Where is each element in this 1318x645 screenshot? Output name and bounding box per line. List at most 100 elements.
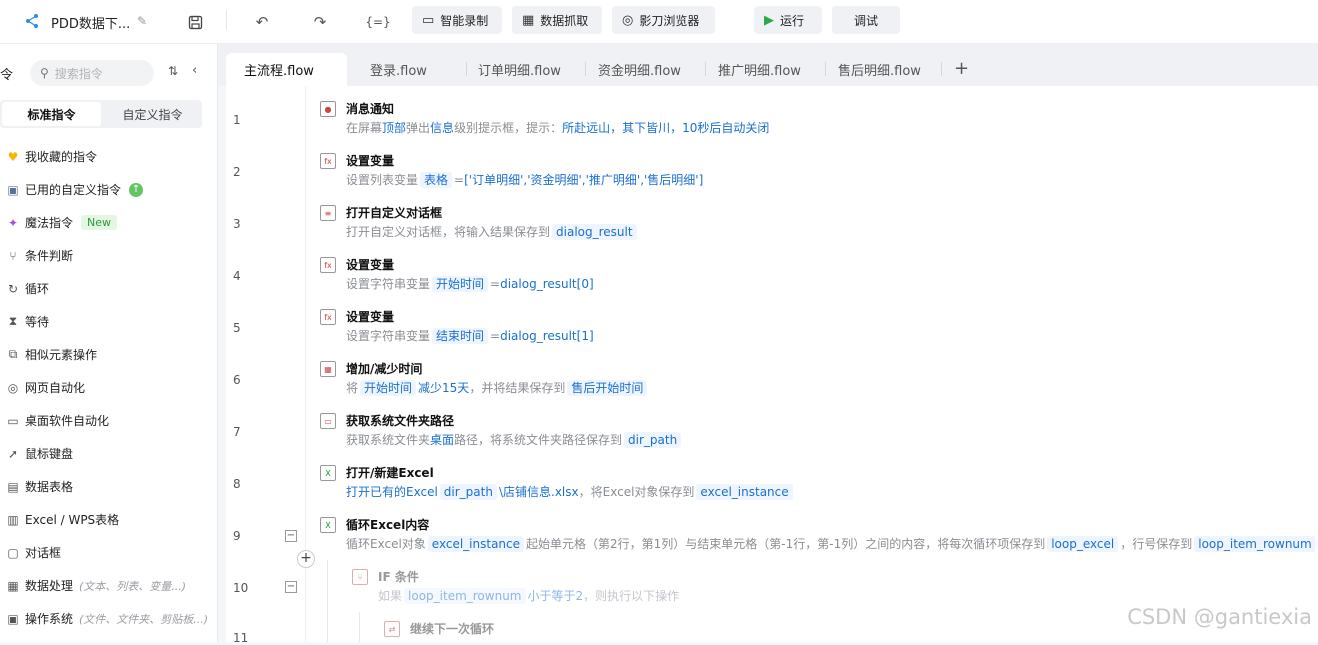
step-title: 循环Excel内容 [346,518,430,532]
new-badge: New [81,215,118,230]
branch-icon: ⑂ [9,248,17,263]
excel-icon: X [320,465,336,481]
sidebar-item-label: 桌面软件自动化 [25,414,110,428]
line-number: 8 [233,477,241,491]
step-title: 增加/减少时间 [346,362,423,376]
sidebar-item-web[interactable]: ◎ 网页自动化 [0,371,218,404]
line-number: 1 [233,113,241,127]
dialog-icon: ▢ [7,545,19,560]
data-capture-button[interactable]: ▦ 数据抓取 [512,6,602,34]
sidebar-item-desktop[interactable]: ▭ 桌面软件自动化 [0,404,218,437]
sidebar-item-wait[interactable]: ⧗ 等待 [0,305,218,338]
search-input[interactable]: ⚲ 搜索指令 [30,60,154,86]
excel-icon: ▥ [7,512,19,527]
tab-funds-flow[interactable]: 资金明细.flow [580,53,699,86]
folder-icon: ▭ [320,413,336,429]
step-desc: 将开始时间 减少15天，并将结果保存到 售后开始时间 [346,379,649,396]
line-number: 11 [233,631,249,645]
step-title: 设置变量 [346,258,395,272]
variable-icon: fx [320,153,336,169]
sidebar-item-label: 对话框 [25,546,62,560]
save-icon[interactable] [183,10,207,34]
step-desc: 如果 loop_item_rownum 小于等于2，则执行以下操作 [378,588,680,604]
step-desc: 循环Excel对象 excel_instance 起始单元格（第2行，第1列）与结束… [346,535,1318,552]
sidebar-item-label: 数据处理 [25,579,74,593]
grid-icon: ▦ [522,12,535,28]
sort-icon[interactable]: ⇅ [168,64,178,78]
redo-icon[interactable]: ↷ [308,10,332,34]
format-button[interactable]: {=} [365,10,390,34]
sidebar-item-excel[interactable]: ▥ Excel / WPS表格 [0,503,218,536]
sidebar-item-label: 鼠标键盘 [25,447,74,461]
loop-icon: ↻ [7,281,19,296]
sidebar-item-label: 魔法指令 [25,216,74,230]
table-icon: ▤ [7,479,19,494]
variable-icon: fx [320,257,336,273]
add-tab-icon[interactable]: + [954,58,969,79]
step-desc: 打开自定义对话框，将输入结果保存到 dialog_result [346,223,639,240]
step-desc: 在屏幕顶部弹出信息级别提示框，提示：所赴远山，其下皆川，10秒后自动关闭 [346,121,770,135]
copy-icon: ⧉ [8,347,18,361]
smart-record-label: 智能录制 [440,13,489,28]
step-title: 打开自定义对话框 [346,206,443,220]
sidebar-item-loop[interactable]: ↻ 循环 [0,272,218,305]
watermark: CSDN @gantiexia [1127,605,1312,629]
upgrade-badge-icon: ↑ [129,182,144,197]
nest-guide [359,612,360,642]
line-number: 3 [233,217,241,231]
smart-record-button[interactable]: ▭ 智能录制 [412,6,502,34]
sidebar-item-label: 我收藏的指令 [25,150,98,164]
sidebar-item-mouse[interactable]: ➚ 鼠标键盘 [0,437,218,470]
tab-custom[interactable]: 自定义指令 [103,100,202,128]
notify-icon: ● [320,101,336,117]
dialog-icon: ≡ [320,205,336,221]
fold-toggle[interactable]: − [285,581,297,593]
line-number: 7 [233,425,241,439]
step-title: 打开/新建Excel [346,466,434,480]
debug-button[interactable]: 调试 [832,6,900,34]
fold-toggle[interactable]: − [285,530,297,542]
edit-title-icon[interactable]: ✎ [137,14,147,28]
run-button[interactable]: ▶ 运行 [754,6,822,34]
tab-order-flow[interactable]: 订单明细.flow [460,53,579,86]
sidebar-item-magic[interactable]: ✦ 魔法指令 New [0,206,218,239]
line-number: 9 [233,529,241,543]
sidebar-item-used-custom[interactable]: ▣ 已用的自定义指令 ↑ [0,173,218,206]
browser-button[interactable]: ◎ 影刀浏览器 [612,6,715,34]
sidebar-item-os[interactable]: ▣ 操作系统 (文件、文件夹、剪贴板...) [0,602,218,635]
sidebar: 令 ⚲ 搜索指令 ⇅ ‹ 标准指令 自定义指令 ♥ 我收藏的指令 ▣ 已用的自定义指… [0,44,218,642]
data-icon: ▦ [7,578,19,593]
sidebar-header: 令 [0,68,14,83]
tab-divider [941,62,942,76]
tab-standard[interactable]: 标准指令 [2,102,101,126]
instruction-list: ♥ 我收藏的指令 ▣ 已用的自定义指令 ↑ ✦ 魔法指令 New ⑂ 条件判断 ↻ 循环 ⧗ 等… [0,140,218,635]
sidebar-item-similar[interactable]: ⧉ 相似元素操作 [0,338,218,371]
sidebar-item-label: Excel / WPS表格 [25,513,120,527]
globe-icon: ◎ [7,380,19,395]
sidebar-item-label: 数据表格 [25,480,74,494]
sidebar-item-data[interactable]: ▦ 数据处理 (文本、列表、变量...) [0,569,218,602]
calendar-icon: ▦ [320,361,336,377]
continue-icon: ⇄ [384,621,400,637]
line-number: 4 [233,269,241,283]
sidebar-item-label: 循环 [25,282,50,296]
undo-icon[interactable]: ↶ [250,10,274,34]
collapse-icon[interactable]: ‹ [192,63,197,78]
search-placeholder: 搜索指令 [54,66,103,81]
app-title: PDD数据下... [51,17,131,32]
step-desc: 获取系统文件夹桌面路径，将系统文件夹路径保存到 dir_path [346,431,683,448]
tab-main-flow[interactable]: 主流程.flow [226,53,347,86]
tab-aftersale-flow[interactable]: 售后明细.flow [820,53,939,86]
tab-login-flow[interactable]: 登录.flow [352,53,445,86]
step-desc: 设置字符串变量 结束时间 =dialog_result[1] [346,328,594,344]
tab-promo-flow[interactable]: 推广明细.flow [700,53,819,86]
toolbar-divider [226,10,227,30]
browser-label: 影刀浏览器 [639,13,700,28]
sidebar-item-favorites[interactable]: ♥ 我收藏的指令 [0,140,218,173]
sidebar-item-dialog[interactable]: ▢ 对话框 [0,536,218,569]
sidebar-item-datatable[interactable]: ▤ 数据表格 [0,470,218,503]
add-step-button[interactable]: + [297,550,315,568]
monitor-icon: ▭ [7,413,19,428]
nest-guide [327,560,328,642]
sidebar-item-condition[interactable]: ⑂ 条件判断 [0,239,218,272]
